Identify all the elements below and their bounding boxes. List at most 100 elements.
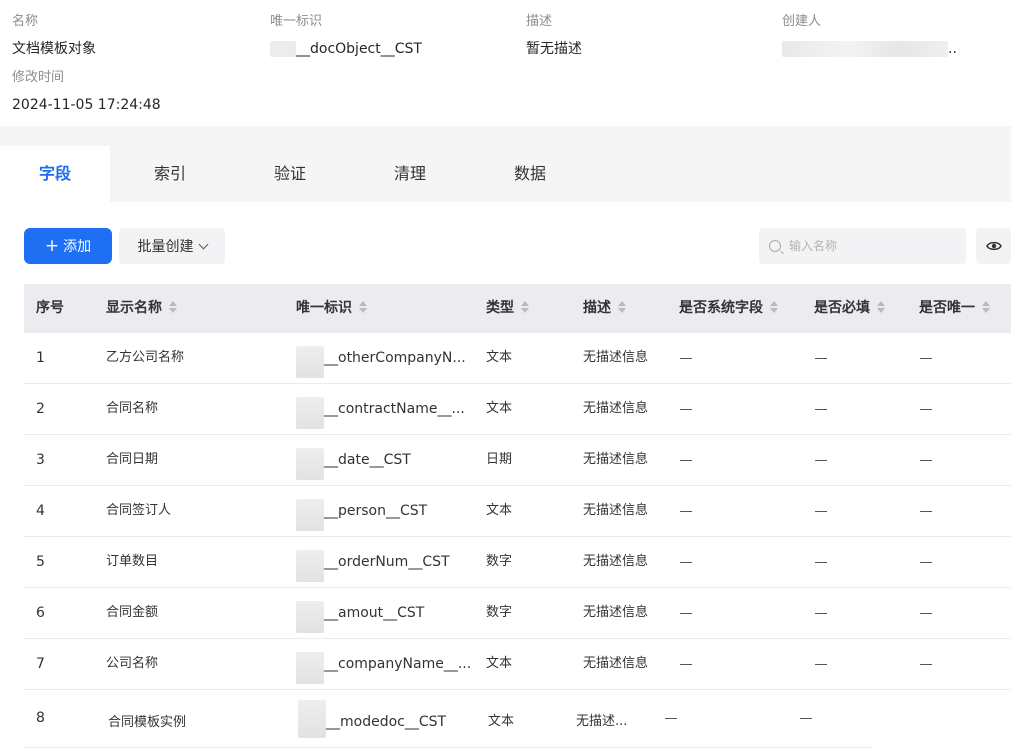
cell-type: 数字	[486, 554, 513, 569]
table-row[interactable]: 6 合同金额 __amout__CST 数字 无描述信息	[24, 588, 1011, 639]
cell-type: 文本	[486, 401, 513, 416]
cell-index: 3	[36, 452, 45, 468]
id-label: 唯一标识	[270, 14, 323, 29]
table-row[interactable]: 8 合同模板实例 __modedoc__CST 文本 无描述...	[24, 693, 872, 748]
sort-icon[interactable]	[770, 301, 778, 313]
search-box	[759, 228, 966, 264]
cell-required	[815, 384, 827, 434]
cell-identifier: __person__CST	[324, 503, 428, 519]
sort-icon[interactable]	[359, 301, 367, 313]
cell-index: 2	[36, 401, 45, 417]
modified-value: 2024-11-05 17:24:48	[12, 97, 161, 113]
empty-dash	[920, 459, 932, 461]
table-row[interactable]: 7 公司名称 __companyName__... 文本 无描述信息	[24, 639, 1011, 690]
cell-description: 无描述信息	[583, 605, 649, 620]
chevron-down-icon	[198, 239, 208, 249]
cell-type: 日期	[486, 452, 513, 467]
cell-display-name: 公司名称	[106, 656, 159, 671]
tab-indexes[interactable]: 索引	[115, 146, 225, 202]
cell-system-field	[680, 537, 692, 587]
redacted-creator	[782, 41, 948, 57]
cell-description: 无描述信息	[583, 656, 649, 671]
empty-dash	[920, 357, 932, 359]
redacted-prefix	[296, 499, 324, 531]
cell-identifier: __otherCompanyN...	[324, 350, 466, 366]
cell-required	[815, 435, 827, 485]
sort-icon[interactable]	[521, 301, 529, 313]
cell-description: 无描述...	[576, 714, 628, 729]
cell-unique	[920, 588, 932, 638]
empty-dash	[665, 717, 677, 719]
cell-required	[800, 693, 812, 743]
cell-display-name: 乙方公司名称	[106, 350, 185, 365]
add-button-label: 添加	[63, 239, 92, 255]
cell-display-name: 合同日期	[106, 452, 159, 467]
cell-display-name: 订单数目	[106, 554, 159, 569]
id-field: 唯一标识 __docObject__CST	[270, 14, 422, 58]
empty-dash	[680, 357, 692, 359]
redacted-prefix	[296, 448, 324, 480]
column-visibility-button[interactable]	[976, 228, 1011, 264]
column-header-index: 序号	[36, 300, 64, 316]
table-row[interactable]: 3 合同日期 __date__CST 日期 无描述信息	[24, 435, 1011, 486]
column-header-description[interactable]: 描述	[583, 284, 626, 333]
table-row[interactable]: 4 合同签订人 __person__CST 文本 无描述信息	[24, 486, 1011, 537]
cell-system-field	[680, 639, 692, 689]
cell-identifier: __modedoc__CST	[326, 714, 447, 730]
cell-display-name: 合同签订人	[106, 503, 172, 518]
creator-field: 创建人 ..	[782, 14, 957, 58]
table-row[interactable]: 2 合同名称 __contractName__... 文本 无描述信息	[24, 384, 1011, 435]
sort-icon[interactable]	[618, 301, 626, 313]
table-header: 序号 显示名称 唯一标识 类型 描述 是否系统字段 是否必填 是否唯一	[24, 284, 1011, 333]
empty-dash	[800, 717, 812, 719]
eye-icon	[985, 241, 1002, 251]
modified-field: 修改时间 2024-11-05 17:24:48	[12, 70, 161, 114]
cell-type: 文本	[486, 350, 513, 365]
cell-identifier: __amout__CST	[324, 605, 425, 621]
desc-field: 描述 暂无描述	[526, 14, 582, 58]
cell-required	[815, 639, 827, 689]
redacted-prefix	[296, 652, 324, 684]
tab-data[interactable]: 数据	[475, 146, 585, 202]
column-header-system-field[interactable]: 是否系统字段	[679, 284, 778, 333]
empty-dash	[680, 663, 692, 665]
cell-index: 6	[36, 605, 45, 621]
sort-icon[interactable]	[169, 301, 177, 313]
name-field: 名称 文档模板对象	[12, 14, 96, 58]
tab-validation[interactable]: 验证	[235, 146, 345, 202]
tab-cleanup[interactable]: 清理	[355, 146, 465, 202]
empty-dash	[680, 459, 692, 461]
cell-unique	[920, 537, 932, 587]
tab-fields[interactable]: 字段	[0, 146, 110, 202]
cell-unique	[920, 333, 932, 383]
plus-icon: +	[44, 235, 60, 256]
column-header-required[interactable]: 是否必填	[814, 284, 885, 333]
column-header-type[interactable]: 类型	[486, 284, 529, 333]
empty-dash	[680, 561, 692, 563]
add-button[interactable]: + 添加	[24, 228, 112, 264]
redacted-prefix	[296, 397, 324, 429]
sort-icon[interactable]	[982, 301, 990, 313]
creator-label: 创建人	[782, 14, 822, 29]
empty-dash	[815, 408, 827, 410]
table-row[interactable]: 1 乙方公司名称 __otherCompanyN... 文本 无描述信息	[24, 333, 1011, 384]
cell-description: 无描述信息	[583, 452, 649, 467]
sort-icon[interactable]	[877, 301, 885, 313]
search-input[interactable]	[789, 239, 949, 253]
column-header-unique[interactable]: 是否唯一	[919, 284, 990, 333]
empty-dash	[815, 510, 827, 512]
table-row[interactable]: 5 订单数目 __orderNum__CST 数字 无描述信息	[24, 537, 1011, 588]
column-header-identifier[interactable]: 唯一标识	[296, 284, 367, 333]
cell-index: 7	[36, 656, 45, 672]
cell-unique	[920, 435, 932, 485]
cell-display-name: 合同金额	[106, 605, 159, 620]
batch-create-button[interactable]: 批量创建	[119, 228, 225, 264]
cell-description: 无描述信息	[583, 401, 649, 416]
cell-index: 1	[36, 350, 45, 366]
redacted-prefix	[296, 601, 324, 633]
column-header-display-name[interactable]: 显示名称	[106, 284, 177, 333]
empty-dash	[680, 408, 692, 410]
batch-create-label: 批量创建	[137, 239, 194, 255]
empty-dash	[815, 561, 827, 563]
redacted-prefix	[296, 550, 324, 582]
